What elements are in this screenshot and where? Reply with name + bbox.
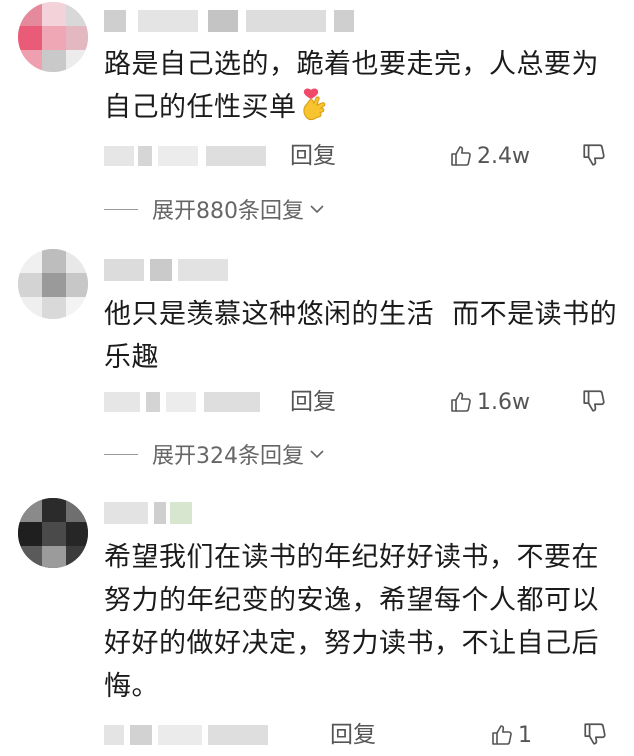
username-blurred[interactable] — [104, 10, 354, 32]
reply-button[interactable]: 回复 — [290, 140, 336, 172]
comment-text: 他只是羡慕这种悠闲的生活 而不是读书的乐趣 — [104, 299, 618, 373]
reply-button[interactable]: 回复 — [290, 386, 336, 418]
avatar[interactable] — [18, 249, 88, 319]
reply-button[interactable]: 回复 — [330, 719, 376, 751]
dislike-button[interactable] — [581, 142, 607, 168]
username-blurred[interactable] — [104, 502, 354, 524]
timestamp-blurred — [104, 146, 266, 166]
comment-item: 路是自己选的，跪着也要走完，人总要为自己的任性买单 回复 2.4w 展开880条… — [0, 0, 634, 240]
thumbs-down-icon — [584, 723, 606, 745]
thumbs-up-icon — [492, 725, 512, 745]
finger-heart-emoji — [302, 88, 325, 121]
like-button[interactable]: 1 — [490, 719, 532, 751]
expand-replies-button[interactable]: 展开880条回复 — [104, 193, 326, 225]
expand-replies-button[interactable]: 展开324条回复 — [104, 438, 326, 470]
comment-text: 希望我们在读书的年纪好好读书，不要在努力的年纪变的安逸，希望每个人都可以好好的做… — [104, 542, 599, 702]
comment-meta: 回复 2.4w — [104, 140, 619, 172]
avatar[interactable] — [18, 498, 88, 568]
timestamp-blurred — [104, 392, 264, 412]
chevron-down-icon — [310, 205, 324, 214]
like-count: 2.4w — [477, 143, 530, 169]
comment-meta: 回复 1.6w — [104, 386, 619, 418]
chevron-down-icon — [310, 450, 324, 459]
comment-item: 希望我们在读书的年纪好好读书，不要在努力的年纪变的安逸，希望每个人都可以好好的做… — [0, 490, 634, 756]
like-count: 1 — [518, 722, 532, 748]
like-button[interactable]: 1.6w — [449, 386, 530, 418]
dislike-button[interactable] — [581, 388, 607, 414]
expand-replies-label: 展开880条回复 — [152, 199, 304, 224]
timestamp-blurred — [104, 725, 268, 745]
thumbs-up-icon — [451, 146, 471, 166]
comment-text: 路是自己选的，跪着也要走完，人总要为自己的任性买单 — [104, 49, 599, 123]
dislike-button[interactable] — [582, 721, 608, 747]
comment-item: 他只是羡慕这种悠闲的生活 而不是读书的乐趣 回复 1.6w 展开324条回复 — [0, 245, 634, 485]
like-count: 1.6w — [477, 389, 530, 415]
like-button[interactable]: 2.4w — [449, 140, 530, 172]
divider-line — [104, 453, 138, 455]
thumbs-down-icon — [583, 144, 605, 166]
divider-line — [104, 208, 138, 210]
comment-meta: 回复 1 — [104, 719, 619, 751]
avatar[interactable] — [18, 2, 88, 72]
thumbs-up-icon — [451, 392, 471, 412]
username-blurred[interactable] — [104, 259, 354, 281]
expand-replies-label: 展开324条回复 — [152, 444, 304, 469]
thumbs-down-icon — [583, 390, 605, 412]
